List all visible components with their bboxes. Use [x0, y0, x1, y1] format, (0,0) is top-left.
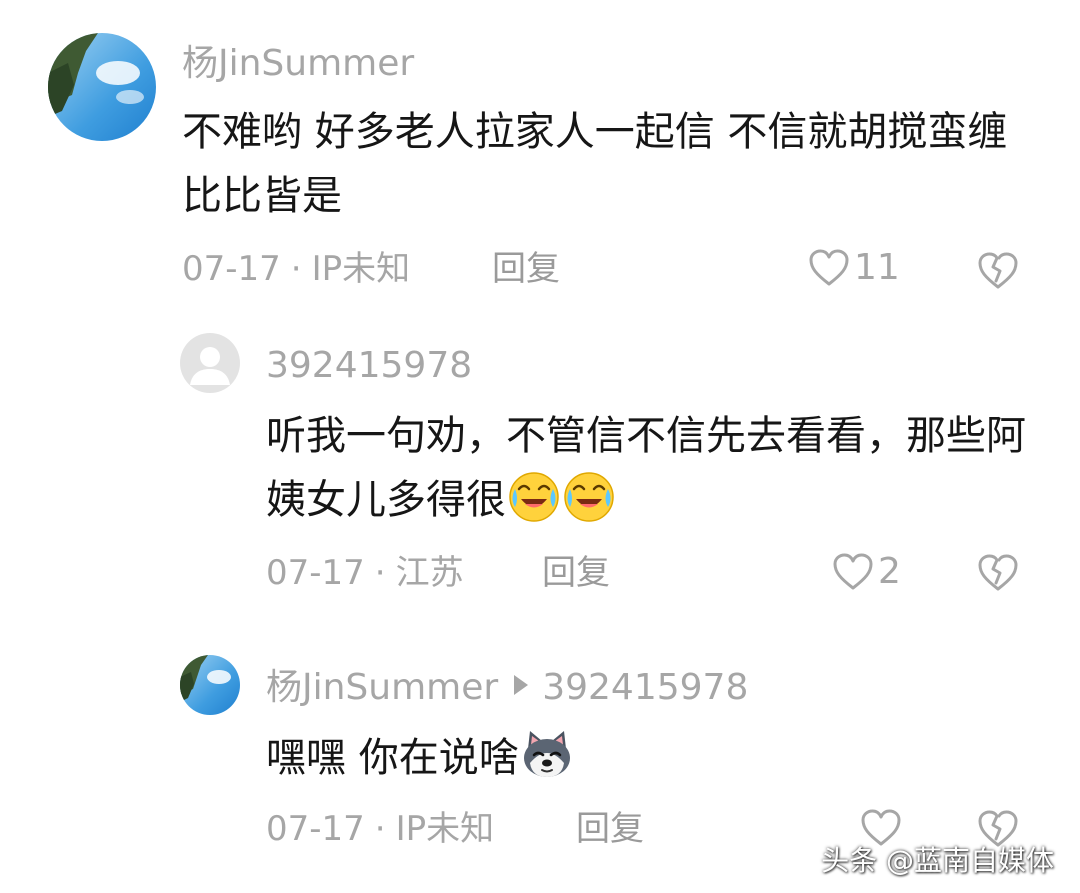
broken-heart-icon: [978, 810, 1018, 847]
dislike-button[interactable]: [976, 552, 1020, 592]
reply-target-user[interactable]: 392415978: [542, 667, 748, 708]
comment-location: IP未知: [311, 249, 411, 289]
sky-tree-avatar-icon: [180, 655, 240, 715]
like-button[interactable]: [860, 808, 906, 848]
broken-heart-icon: [978, 554, 1018, 591]
broken-heart-icon: [978, 252, 1018, 289]
user-avatar[interactable]: [180, 333, 240, 393]
default-user-avatar-icon: [180, 333, 240, 393]
reply-button[interactable]: 回复: [576, 812, 644, 846]
watermark: 头条 @蓝南自媒体: [821, 844, 1054, 877]
heart-icon: [833, 553, 873, 590]
reply-author[interactable]: 杨JinSummer: [266, 667, 498, 708]
user-avatar[interactable]: [48, 33, 156, 141]
comment-text: 不难哟 好多老人拉家人一起信 不信就胡搅蛮缠 比比皆是: [182, 109, 1008, 219]
comment-location: 江苏: [395, 553, 464, 593]
reply-button[interactable]: 回复: [492, 252, 560, 286]
comment-thread: 杨JinSummer 不难哟 好多老人拉家人一起信 不信就胡搅蛮缠 比比皆是 0…: [0, 0, 1080, 893]
comment-date: 07-17: [182, 249, 281, 289]
heart-icon: [861, 809, 901, 846]
comment-username: 杨JinSummer 392415978: [266, 670, 748, 706]
like-button[interactable]: 11: [808, 248, 900, 288]
meta-separator: ·: [290, 249, 302, 289]
user-avatar[interactable]: [180, 655, 240, 715]
comment-username[interactable]: 杨JinSummer: [182, 46, 414, 82]
meta-separator: ·: [374, 553, 386, 593]
comment-text: 听我一句劝，不管信不信先去看看，那些阿姨女儿多得很: [266, 404, 1036, 532]
comment-location: IP未知: [395, 809, 495, 849]
crying-laughing-emoji-icon: [507, 469, 561, 523]
comment-date: 07-17: [266, 809, 365, 849]
like-button[interactable]: 2: [832, 552, 901, 592]
reply-arrow-icon: [514, 675, 529, 695]
dislike-button[interactable]: [976, 250, 1020, 290]
comment-meta: 07-17 · IP未知: [182, 252, 410, 286]
comment-date: 07-17: [266, 553, 365, 593]
dislike-button[interactable]: [976, 808, 1020, 848]
meta-separator: ·: [374, 809, 386, 849]
comment-username[interactable]: 392415978: [266, 348, 472, 384]
reply-button[interactable]: 回复: [542, 556, 610, 590]
sky-tree-avatar-icon: [48, 33, 156, 141]
crying-laughing-emoji-icon: [562, 469, 616, 523]
husky-dog-emoji-icon: [520, 727, 574, 781]
comment-meta: 07-17 · 江苏: [266, 556, 464, 590]
like-count: 2: [878, 551, 901, 592]
comment-text-body: 嘿嘿 你在说啥: [266, 735, 519, 781]
heart-icon: [809, 249, 849, 286]
comment-text: 嘿嘿 你在说啥: [266, 726, 1036, 790]
comment-text-body: 听我一句劝，不管信不信先去看看，那些阿姨女儿多得很: [266, 413, 1026, 523]
comment-meta: 07-17 · IP未知: [266, 812, 494, 846]
like-count: 11: [854, 247, 900, 288]
